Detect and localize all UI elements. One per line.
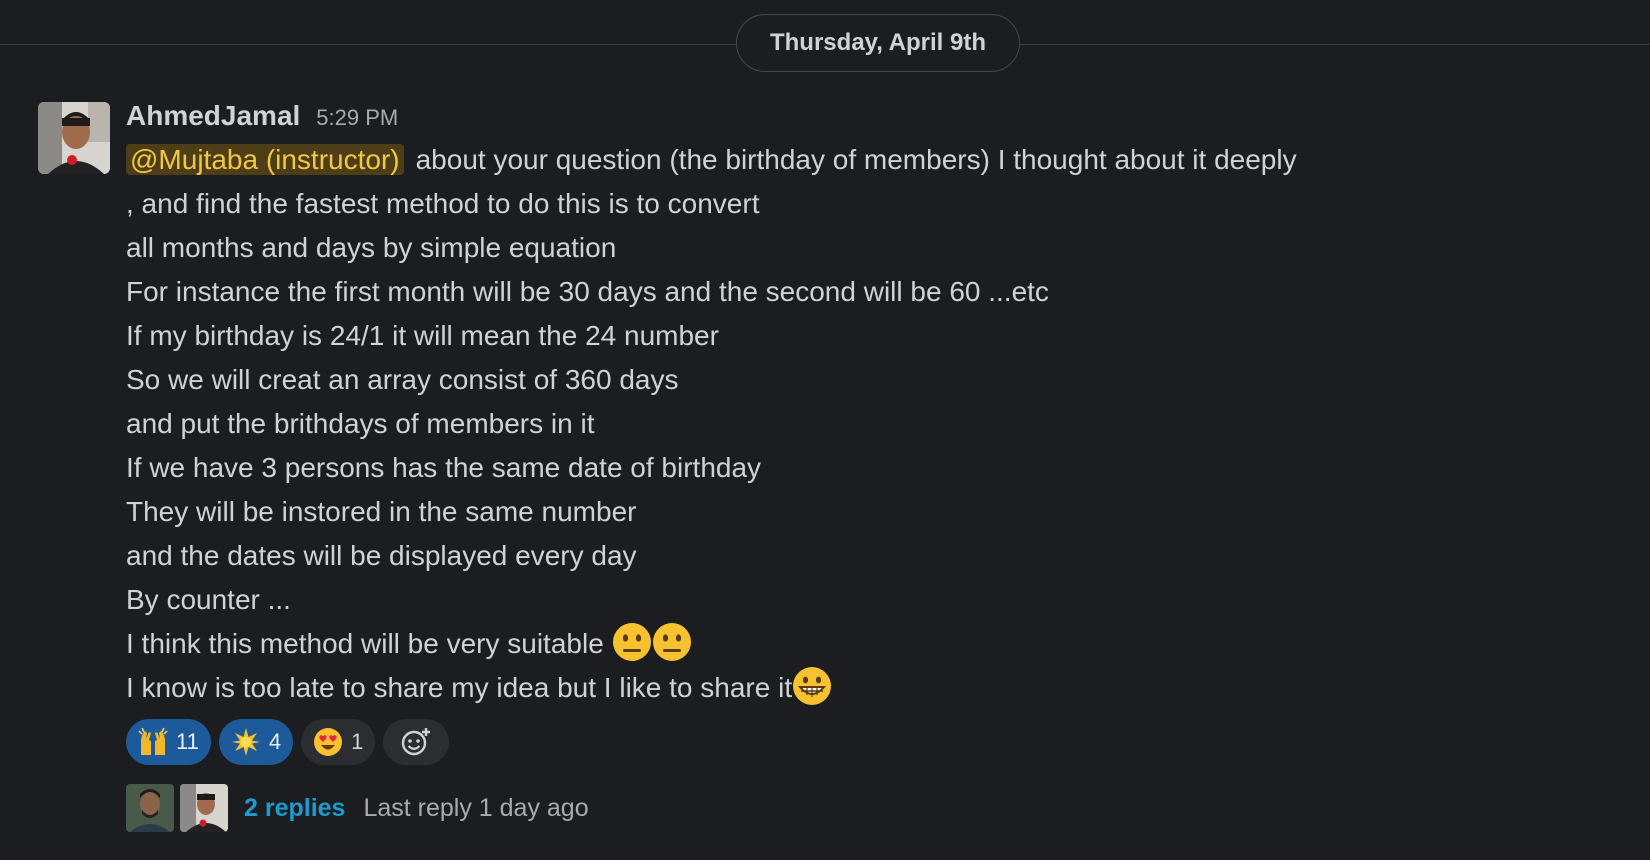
- last-reply-time: Last reply 1 day ago: [363, 793, 589, 822]
- heart-eyes-icon: [314, 728, 343, 756]
- reply-avatar-photo: [180, 784, 228, 832]
- thread-summary[interactable]: 2 replies Last reply 1 day ago: [126, 784, 1606, 832]
- user-mention[interactable]: @Mujtaba (instructor): [126, 144, 404, 175]
- message-line: , and find the fastest method to do this…: [126, 188, 760, 219]
- message-line: If my birthday is 24/1 it will mean the …: [126, 320, 719, 351]
- sender-name[interactable]: AhmedJamal: [126, 100, 300, 132]
- message-pane: Thursday, April 9th AhmedJamal 5:29 PM @…: [0, 0, 1650, 860]
- reaction-count: 1: [351, 729, 364, 754]
- message-line: all months and days by simple equation: [126, 232, 617, 263]
- date-jump-button[interactable]: Thursday, April 9th: [736, 14, 1020, 72]
- reply-avatar: [126, 784, 174, 832]
- message-line: So we will creat an array consist of 360…: [126, 364, 679, 395]
- neutral-face-emoji-icon: [652, 623, 691, 661]
- add-reaction-icon: [402, 728, 431, 756]
- message-line-text: I know is too late to share my idea but …: [126, 672, 793, 703]
- reaction-count: 11: [176, 729, 199, 754]
- message-line-text: about your question (the birthday of mem…: [415, 144, 1297, 175]
- message-line: By counter ...: [126, 584, 291, 615]
- message-line-text: I think this method will be very suitabl…: [126, 628, 604, 659]
- reaction-sun-star[interactable]: 4: [218, 719, 294, 765]
- message-line: and put the brithdays of members in it: [126, 408, 595, 439]
- message-line: I know is too late to share my idea but …: [126, 666, 1606, 710]
- reactions-bar: 11 4 1: [126, 718, 1606, 766]
- message-line: I think this method will be very suitabl…: [126, 622, 1606, 666]
- replies-link[interactable]: 2 replies: [244, 794, 345, 823]
- date-divider: Thursday, April 9th: [0, 0, 1650, 90]
- reaction-heart-eyes[interactable]: 1: [301, 719, 376, 765]
- grinning-face-emoji-icon: [793, 667, 832, 705]
- message-text: @Mujtaba (instructor) about your question…: [126, 138, 1606, 710]
- message-header: AhmedJamal 5:29 PM: [126, 100, 1606, 136]
- message-line: They will be instored in the same number: [126, 496, 637, 527]
- message-line: If we have 3 persons has the same date o…: [126, 452, 762, 483]
- message-timestamp[interactable]: 5:29 PM: [316, 105, 398, 131]
- reaction-raised-hands[interactable]: 11: [126, 719, 211, 765]
- star-icon: [231, 728, 260, 756]
- reply-avatar: [180, 784, 228, 832]
- message-line: and the dates will be displayed every da…: [126, 540, 637, 571]
- avatar[interactable]: [38, 102, 110, 174]
- message-line: For instance the first month will be 30 …: [126, 276, 1049, 307]
- message-line: @Mujtaba (instructor) about your question…: [126, 138, 1606, 182]
- avatar-photo: [38, 102, 110, 174]
- neutral-face-emoji-icon: [612, 623, 651, 661]
- add-reaction-button[interactable]: [383, 719, 450, 765]
- raised-hands-icon: [138, 727, 168, 755]
- reaction-count: 4: [268, 729, 282, 754]
- message-body: AhmedJamal 5:29 PM @Mujtaba (instructor)…: [126, 100, 1606, 832]
- reply-avatar-photo: [126, 784, 174, 832]
